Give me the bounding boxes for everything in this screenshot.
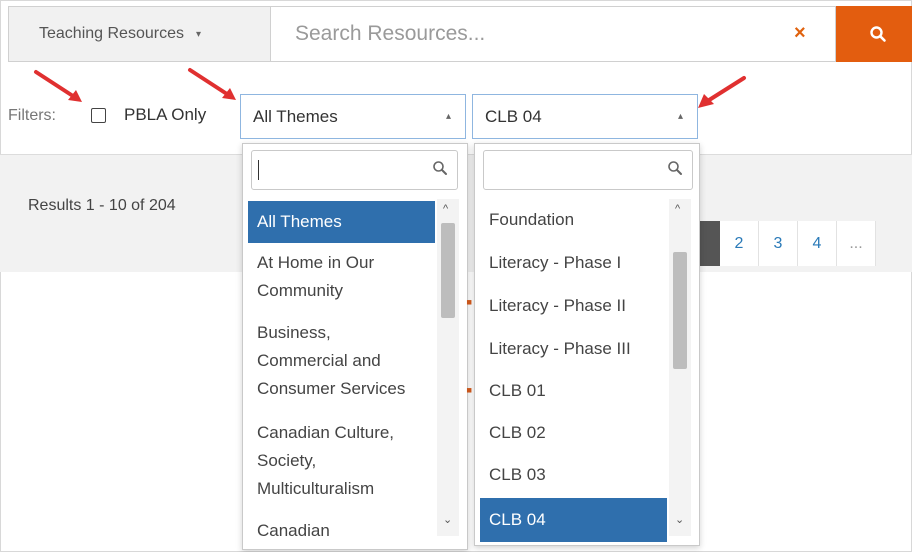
close-icon[interactable]: × xyxy=(794,22,806,45)
page-link[interactable]: 4 xyxy=(798,221,837,266)
search-input[interactable]: Search Resources... xyxy=(270,6,836,62)
theme-option-at-home[interactable]: At Home in Our Community xyxy=(248,249,435,307)
search-bar: Teaching Resources ▾ Search Resources...… xyxy=(8,6,912,62)
scroll-thumb[interactable] xyxy=(441,223,455,318)
level-select[interactable]: CLB 04 ▴ xyxy=(472,94,698,139)
level-option-clb-03[interactable]: CLB 03 xyxy=(480,461,667,491)
level-option-clb-04[interactable]: CLB 04 xyxy=(480,498,667,542)
background-text-fragment: ▪ xyxy=(466,292,473,312)
level-option-literacy-3[interactable]: Literacy - Phase III xyxy=(480,335,667,365)
annotation-arrow-icon xyxy=(188,68,236,100)
filters-row: Filters: PBLA Only All Themes ▴ CLB 04 ▴ xyxy=(0,62,912,154)
theme-select[interactable]: All Themes ▴ xyxy=(240,94,466,139)
filters-label: Filters: xyxy=(8,107,56,124)
scroll-thumb[interactable] xyxy=(673,252,687,369)
search-icon xyxy=(668,161,682,175)
results-count: Results 1 - 10 of 204 xyxy=(28,197,176,214)
chevron-up-icon: ▴ xyxy=(677,111,683,122)
category-select[interactable]: Teaching Resources ▾ xyxy=(8,6,270,62)
pbla-checkbox[interactable] xyxy=(91,108,106,123)
theme-scrollbar[interactable]: ^ ⌄ xyxy=(437,199,459,536)
pbla-label[interactable]: PBLA Only xyxy=(124,105,206,125)
level-option-clb-02[interactable]: CLB 02 xyxy=(480,419,667,449)
theme-options-list: All Themes At Home in Our Community Busi… xyxy=(248,199,435,546)
search-placeholder: Search Resources... xyxy=(295,22,486,45)
theme-option-canadian-culture[interactable]: Canadian Culture, Society, Multicultural… xyxy=(248,419,435,505)
level-option-foundation[interactable]: Foundation xyxy=(480,206,667,236)
pagination: 2 3 4 ... xyxy=(694,221,876,266)
level-option-literacy-2[interactable]: Literacy - Phase II xyxy=(480,292,667,322)
page-ellipsis[interactable]: ... xyxy=(837,221,876,266)
scroll-down-icon[interactable]: ⌄ xyxy=(675,513,684,526)
level-option-clb-01[interactable]: CLB 01 xyxy=(480,377,667,407)
option-label: CLB 04 xyxy=(489,510,546,529)
search-icon xyxy=(433,161,447,175)
category-select-label: Teaching Resources xyxy=(39,25,184,42)
text-cursor xyxy=(258,160,259,180)
scroll-up-icon[interactable]: ^ xyxy=(675,203,680,215)
annotation-arrow-icon xyxy=(698,76,746,108)
chevron-down-icon: ▾ xyxy=(195,28,201,40)
annotation-arrow-icon xyxy=(34,70,82,102)
scroll-up-icon[interactable]: ^ xyxy=(443,203,448,215)
theme-filter-input[interactable] xyxy=(251,150,458,190)
level-dropdown-panel: Foundation Literacy - Phase I Literacy -… xyxy=(474,143,700,546)
page-link[interactable]: 2 xyxy=(720,221,759,266)
theme-select-value: All Themes xyxy=(253,106,338,126)
page-link[interactable]: 3 xyxy=(759,221,798,266)
level-option-literacy-1[interactable]: Literacy - Phase I xyxy=(480,249,667,279)
chevron-up-icon: ▴ xyxy=(445,111,451,122)
background-text-fragment: ▪ xyxy=(466,380,473,400)
clipped-option-fragment xyxy=(530,199,570,203)
level-filter-input[interactable] xyxy=(483,150,693,190)
scroll-down-icon[interactable]: ⌄ xyxy=(443,513,452,526)
theme-dropdown-panel: All Themes At Home in Our Community Busi… xyxy=(242,143,468,550)
option-label: All Themes xyxy=(257,212,342,231)
level-options-list: Foundation Literacy - Phase I Literacy -… xyxy=(480,199,667,542)
search-icon xyxy=(870,26,886,42)
level-scrollbar[interactable]: ^ ⌄ xyxy=(669,199,691,536)
theme-option-canadian[interactable]: Canadian xyxy=(248,517,435,546)
level-select-value: CLB 04 xyxy=(485,106,542,126)
search-button[interactable] xyxy=(836,6,912,62)
theme-option-all-themes[interactable]: All Themes xyxy=(248,201,435,243)
theme-option-business[interactable]: Business, Commercial and Consumer Servic… xyxy=(248,319,435,405)
